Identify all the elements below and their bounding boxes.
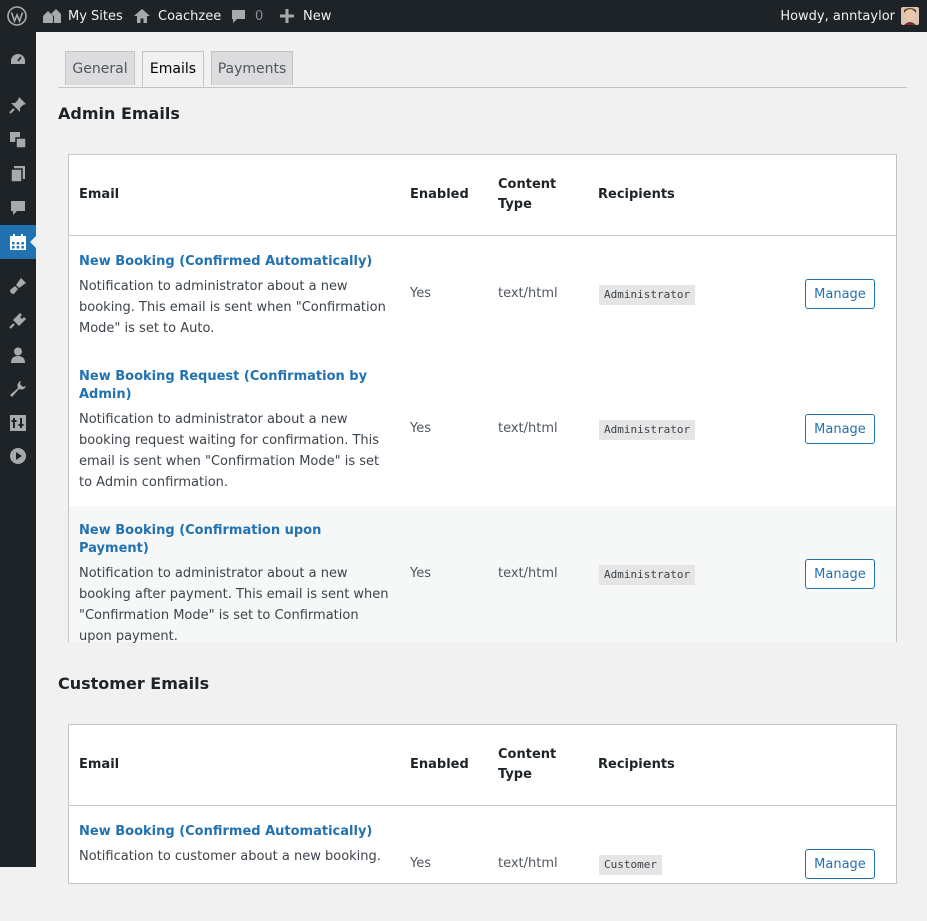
email-description: Notification to customer about a new boo… [79, 849, 381, 864]
column-header-recipients: Recipients [598, 757, 675, 772]
column-header-content-type-line2: Type [498, 197, 532, 212]
admin-sidebar [0, 32, 36, 867]
admin-bar: My Sites Coachzee 0 New Howdy, anntaylor [0, 0, 927, 32]
email-title-link[interactable]: New Booking Request (Confirmation by Adm… [79, 368, 394, 404]
current-menu-arrow [30, 236, 36, 248]
users-icon[interactable] [0, 341, 36, 369]
column-header-enabled: Enabled [410, 757, 469, 772]
user-account-menu[interactable]: Howdy, anntaylor [780, 0, 895, 32]
customer-emails-table: Email Enabled Content Type Recipients Ne… [68, 724, 897, 884]
dashboard-icon[interactable] [0, 46, 36, 74]
site-name-menu[interactable]: Coachzee [133, 0, 221, 32]
manage-button[interactable]: Manage [805, 279, 875, 309]
enabled-value: Yes [410, 856, 431, 871]
my-sites-label: My Sites [68, 8, 123, 24]
my-sites-menu[interactable]: My Sites [42, 0, 123, 32]
wordpress-logo-icon[interactable] [7, 0, 27, 32]
avatar[interactable] [901, 7, 919, 25]
tools-icon[interactable] [0, 375, 36, 403]
pin-icon[interactable] [0, 91, 36, 119]
column-header-content-type: Content Type [498, 155, 556, 235]
manage-button[interactable]: Manage [805, 414, 875, 444]
recipient-badge: Administrator [599, 565, 696, 585]
pages-icon[interactable] [0, 160, 36, 188]
email-description: Notification to administrator about a ne… [79, 412, 380, 490]
enabled-value: Yes [410, 421, 431, 436]
table-row: New Booking (Confirmed Automatically) No… [69, 806, 896, 921]
email-title-link[interactable]: New Booking (Confirmed Automatically) [79, 823, 394, 841]
table-header: Email Enabled Content Type Recipients [69, 155, 896, 236]
column-header-content-type-line1: Content [498, 177, 557, 192]
table-row: New Booking (Confirmation upon Payment) … [69, 506, 896, 644]
tab-payments[interactable]: Payments [211, 51, 293, 85]
recipient-badge: Administrator [599, 285, 696, 305]
site-name-label: Coachzee [158, 8, 222, 24]
home-icon [133, 7, 151, 25]
appearance-icon[interactable] [0, 272, 36, 300]
content-type-value: text/html [498, 421, 558, 436]
new-label: New [303, 8, 332, 24]
email-description: Notification to administrator about a ne… [79, 279, 386, 336]
column-header-content-type-line1: Content [498, 747, 557, 762]
tab-general[interactable]: General [65, 51, 135, 85]
customer-emails-heading: Customer Emails [58, 674, 210, 693]
table-row: New Booking (Confirmed Automatically) No… [69, 236, 896, 351]
column-header-email: Email [79, 187, 120, 202]
settings-tabs: General Emails Payments [58, 51, 907, 88]
email-description: Notification to administrator about a ne… [79, 566, 389, 644]
manage-button[interactable]: Manage [805, 849, 875, 879]
my-sites-icon [42, 7, 62, 25]
tab-emails[interactable]: Emails [142, 51, 204, 87]
media-icon[interactable] [0, 126, 36, 154]
recipient-badge: Administrator [599, 420, 696, 440]
plugins-icon[interactable] [0, 307, 36, 335]
content-type-value: text/html [498, 286, 558, 301]
play-icon[interactable] [0, 442, 36, 470]
column-header-content-type-line2: Type [498, 767, 532, 782]
table-row: New Booking Request (Confirmation by Adm… [69, 351, 896, 506]
table-header: Email Enabled Content Type Recipients [69, 725, 896, 806]
new-content-menu[interactable]: New [280, 0, 331, 32]
plus-icon [280, 9, 294, 23]
enabled-value: Yes [410, 566, 431, 581]
column-header-content-type: Content Type [498, 725, 556, 805]
calendar-icon[interactable] [0, 225, 36, 259]
comments-menu[interactable]: 0 [230, 0, 263, 32]
column-header-enabled: Enabled [410, 187, 469, 202]
admin-emails-table: Email Enabled Content Type Recipients Ne… [68, 154, 897, 644]
email-title-link[interactable]: New Booking (Confirmed Automatically) [79, 253, 394, 271]
content-type-value: text/html [498, 566, 558, 581]
content-type-value: text/html [498, 856, 558, 871]
manage-button[interactable]: Manage [805, 559, 875, 589]
settings-icon[interactable] [0, 409, 36, 437]
column-header-recipients: Recipients [598, 187, 675, 202]
comments-icon[interactable] [0, 194, 36, 222]
column-header-email: Email [79, 757, 120, 772]
comments-count: 0 [255, 8, 264, 24]
comment-bubble-icon [230, 8, 247, 25]
howdy-label: Howdy, anntaylor [780, 8, 895, 24]
enabled-value: Yes [410, 286, 431, 301]
admin-emails-heading: Admin Emails [58, 104, 180, 123]
email-title-link[interactable]: New Booking (Confirmation upon Payment) [79, 522, 394, 558]
recipient-badge: Customer [599, 855, 662, 875]
